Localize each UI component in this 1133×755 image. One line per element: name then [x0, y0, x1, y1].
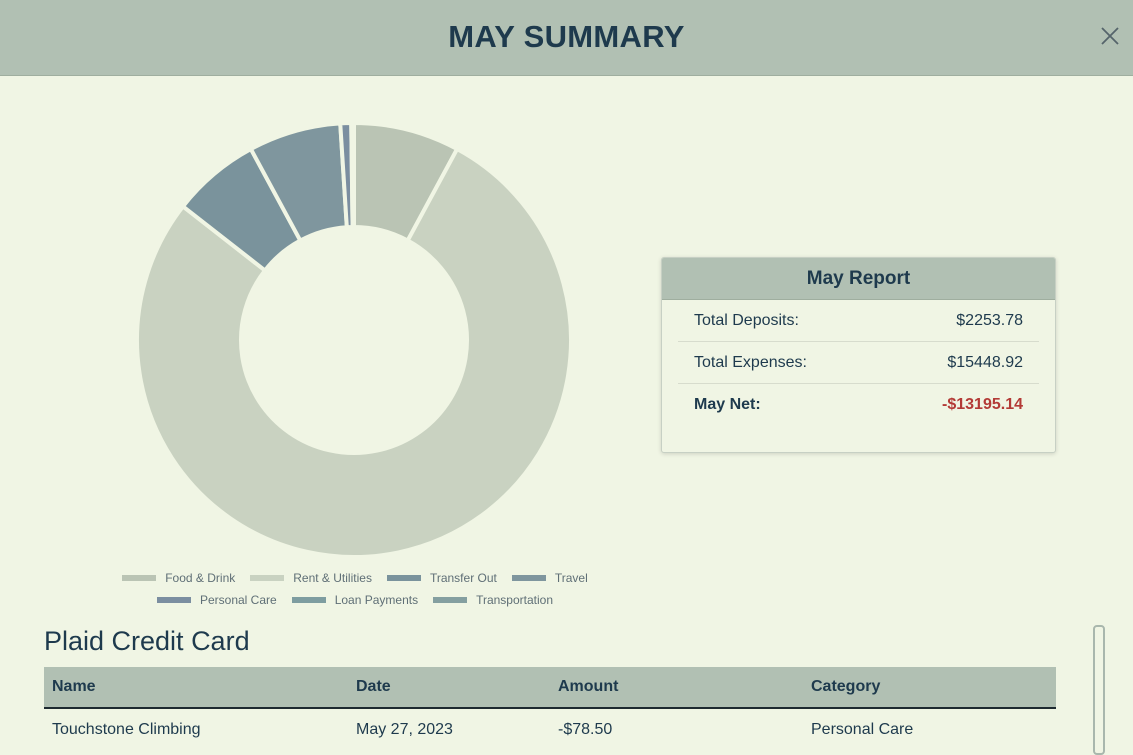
donut-chart — [135, 120, 573, 559]
expenses-label: Total Expenses: — [694, 354, 807, 371]
legend-item[interactable]: Travel — [511, 571, 588, 585]
legend-item[interactable]: Transportation — [433, 593, 553, 607]
report-row-deposits: Total Deposits: $2253.78 — [678, 300, 1039, 342]
report-row-net: May Net: -$13195.14 — [678, 384, 1039, 425]
legend-item[interactable]: Loan Payments — [291, 593, 419, 607]
legend-row: Food & Drink Rent & Utilities Transfer Out… — [100, 567, 610, 589]
legend-label: Loan Payments — [334, 593, 419, 607]
net-value: -$13195.14 — [942, 396, 1023, 413]
expenses-value: $15448.92 — [947, 354, 1023, 371]
report-card: May Report Total Deposits: $2253.78 Tota… — [661, 257, 1056, 453]
cell-date: May 27, 2023 — [356, 721, 453, 738]
cell-amount: -$78.50 — [558, 721, 613, 738]
legend-swatch — [122, 575, 157, 581]
transactions-table: Name Date Amount Category Touchstone Cli… — [44, 667, 1056, 751]
table-row[interactable]: Touchstone Climbing May 27, 2023 -$78.50… — [44, 708, 1056, 751]
net-label: May Net: — [694, 396, 761, 413]
legend-swatch — [386, 575, 421, 581]
deposits-value: $2253.78 — [956, 312, 1023, 329]
legend-label: Food & Drink — [165, 571, 236, 585]
close-button[interactable] — [1098, 24, 1122, 48]
account-title: Plaid Credit Card — [44, 626, 250, 656]
cell-category: Personal Care — [811, 721, 914, 738]
legend-label: Transfer Out — [429, 571, 497, 585]
legend-swatch — [156, 597, 191, 603]
report-title: May Report — [662, 258, 1055, 300]
legend-label: Travel — [554, 571, 588, 585]
legend-label: Rent & Utilities — [293, 571, 372, 585]
legend-item[interactable]: Food & Drink — [122, 571, 235, 585]
spending-chart: Food & Drink Rent & Utilities Transfer Out… — [0, 80, 720, 620]
column-header-category[interactable]: Category — [803, 667, 1056, 709]
slice-transportation[interactable] — [350, 120, 356, 230]
legend-swatch — [511, 575, 546, 581]
deposits-label: Total Deposits: — [694, 312, 799, 329]
modal-header: MAY SUMMARY — [0, 0, 1133, 76]
legend-swatch — [433, 597, 468, 603]
legend-swatch — [250, 575, 285, 581]
legend-label: Transportation — [476, 593, 554, 607]
column-header-name[interactable]: Name — [44, 667, 348, 709]
scrollbar[interactable] — [1093, 625, 1105, 755]
legend-label: Personal Care — [199, 593, 277, 607]
column-header-amount[interactable]: Amount — [550, 667, 803, 709]
close-icon — [1101, 27, 1119, 45]
legend-item[interactable]: Personal Care — [156, 593, 277, 607]
legend-item[interactable]: Rent & Utilities — [250, 571, 372, 585]
page-title: MAY SUMMARY — [448, 19, 685, 54]
legend-item[interactable]: Transfer Out — [386, 571, 497, 585]
legend-swatch — [291, 597, 326, 603]
report-row-expenses: Total Expenses: $15448.92 — [678, 342, 1039, 384]
column-header-date[interactable]: Date — [348, 667, 550, 709]
cell-name: Touchstone Climbing — [52, 721, 201, 738]
chart-legend: Food & Drink Rent & Utilities Transfer Out… — [100, 567, 610, 611]
table-header-row: Name Date Amount Category — [44, 667, 1056, 709]
legend-row: Personal Care Loan Payments Transportation — [100, 589, 610, 611]
